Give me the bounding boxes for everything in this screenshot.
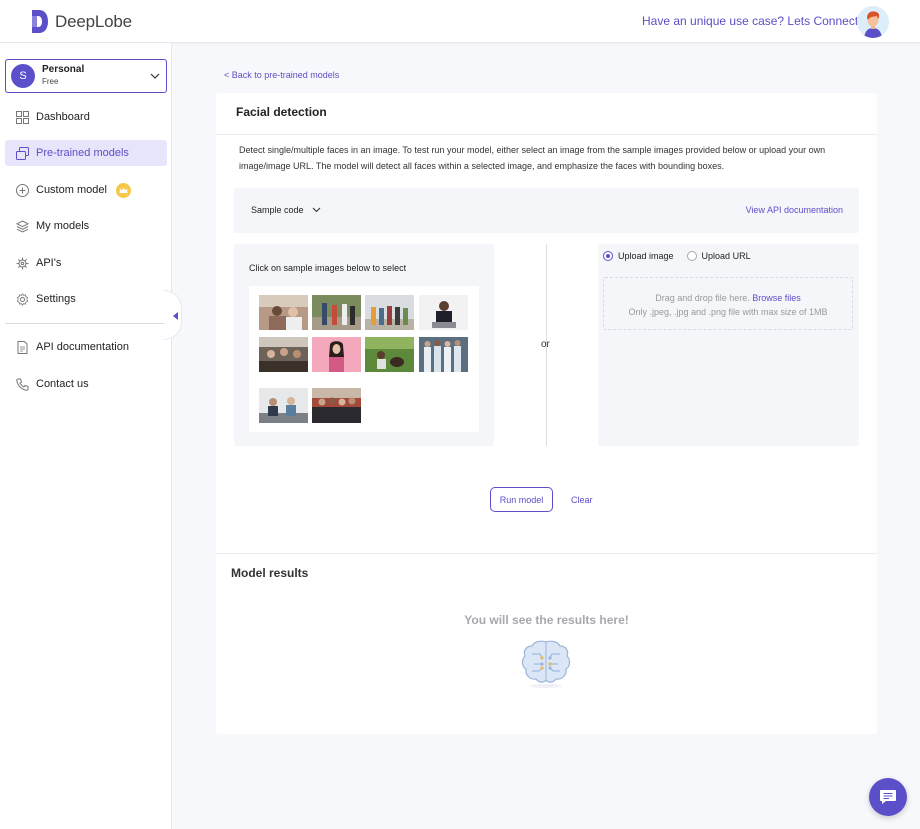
clear-button[interactable]: Clear [571, 495, 593, 505]
sidebar-item-label: Contact us [36, 378, 89, 390]
sample-image[interactable] [259, 295, 308, 330]
sample-image[interactable] [419, 295, 468, 330]
model-description: Detect single/multiple faces in an image… [239, 145, 826, 171]
sample-image[interactable] [365, 337, 414, 372]
back-link[interactable]: < Back to pre-trained models [224, 70, 339, 80]
file-dropzone[interactable]: Drag and drop file here. Browse files On… [603, 277, 853, 330]
layers-icon [16, 146, 29, 160]
sample-code-toggle[interactable]: Sample code [251, 205, 321, 215]
account-text: Personal Free [42, 64, 84, 88]
sidebar-item-settings[interactable]: Settings [5, 286, 167, 312]
api-gear-icon [16, 257, 29, 269]
sidebar-item-custom-model[interactable]: Custom model [5, 177, 167, 203]
phone-icon [16, 378, 29, 391]
chat-button[interactable] [869, 778, 907, 816]
browse-files-link[interactable]: Browse files [752, 293, 801, 303]
sample-image[interactable] [365, 295, 414, 330]
sidebar-item-api-documentation[interactable]: API documentation [5, 334, 167, 360]
sidebar-divider [5, 323, 167, 324]
brain-icon [521, 640, 571, 688]
sample-image[interactable] [312, 295, 361, 330]
sample-image[interactable] [259, 388, 308, 423]
dropzone-hint: Only .jpeg, .jpg and .png file with max … [628, 307, 828, 317]
sidebar-item-label: Pre-trained models [36, 147, 129, 159]
sample-image[interactable] [419, 337, 468, 372]
logo-text: DeepLobe [55, 11, 132, 31]
sample-code-bar: Sample code View API documentation [234, 188, 859, 233]
collapse-arrow-icon [173, 312, 178, 320]
sample-code-label: Sample code [251, 205, 304, 215]
results-title: Model results [231, 566, 309, 580]
account-switcher[interactable]: S Personal Free [5, 59, 167, 93]
grid-icon [16, 110, 29, 124]
sidebar-item-label: Custom model [36, 184, 107, 196]
account-avatar: S [11, 64, 35, 88]
sidebar-item-label: Settings [36, 293, 76, 305]
sidebar-collapse-toggle[interactable] [164, 290, 182, 340]
sidebar-item-label: Dashboard [36, 111, 90, 123]
sidebar-item-contact-us[interactable]: Contact us [5, 371, 167, 397]
document-icon [17, 340, 28, 354]
stack-icon [16, 219, 29, 233]
deeplobe-logo-icon [32, 10, 48, 33]
gear-icon [16, 292, 29, 306]
dropzone-text: Drag and drop file here. [655, 293, 750, 303]
dropzone-line1: Drag and drop file here. Browse files [604, 291, 852, 305]
chat-icon [880, 790, 896, 804]
user-avatar[interactable] [857, 6, 889, 38]
run-model-button[interactable]: Run model [490, 487, 553, 512]
logo[interactable]: DeepLobe [29, 9, 132, 34]
sample-image[interactable] [259, 337, 308, 372]
sidebar-item-dashboard[interactable]: Dashboard [5, 104, 167, 130]
page-title: Facial detection [236, 105, 327, 119]
crown-icon [115, 182, 131, 198]
sample-images-panel: Click on sample images below to select [234, 244, 494, 446]
upload-options: Upload image Upload URL [603, 251, 751, 261]
sample-image[interactable] [312, 388, 361, 423]
upload-panel: Upload image Upload URL Drag and drop fi… [598, 244, 859, 446]
sidebar-item-apis[interactable]: API's [5, 250, 167, 276]
account-name: Personal [42, 64, 85, 75]
chevron-down-icon [150, 73, 160, 79]
sample-image[interactable] [312, 337, 361, 372]
sidebar-item-my-models[interactable]: My models [5, 213, 167, 239]
sidebar-item-label: API's [36, 257, 62, 269]
sidebar: S Personal Free Dashboard Pre-trained mo… [0, 43, 182, 829]
results-divider [216, 553, 877, 554]
sidebar-item-label: API documentation [36, 341, 129, 353]
card-divider [216, 134, 877, 135]
view-api-documentation-link[interactable]: View API documentation [746, 205, 843, 215]
or-label: or [541, 339, 550, 350]
sample-images-grid [249, 286, 479, 432]
top-header: DeepLobe Have an unique use case? Lets C… [0, 0, 920, 43]
results-placeholder: You will see the results here! [464, 613, 629, 627]
plus-circle-icon [16, 183, 29, 197]
upload-url-radio[interactable] [686, 251, 697, 261]
connect-link[interactable]: Have an unique use case? Lets Connect [642, 14, 858, 28]
chevron-down-icon [312, 207, 320, 213]
sample-images-label: Click on sample images below to select [249, 263, 407, 273]
upload-url-label[interactable]: Upload URL [702, 251, 751, 261]
avatar-illustration-icon [857, 6, 889, 38]
upload-image-radio[interactable] [603, 251, 613, 261]
model-card: Facial detection Detect single/multiple … [216, 93, 877, 734]
sidebar-item-pre-trained-models[interactable]: Pre-trained models [5, 140, 167, 166]
upload-image-label[interactable]: Upload image [618, 251, 674, 261]
sidebar-item-label: My models [36, 220, 90, 232]
account-plan: Free [42, 77, 59, 86]
